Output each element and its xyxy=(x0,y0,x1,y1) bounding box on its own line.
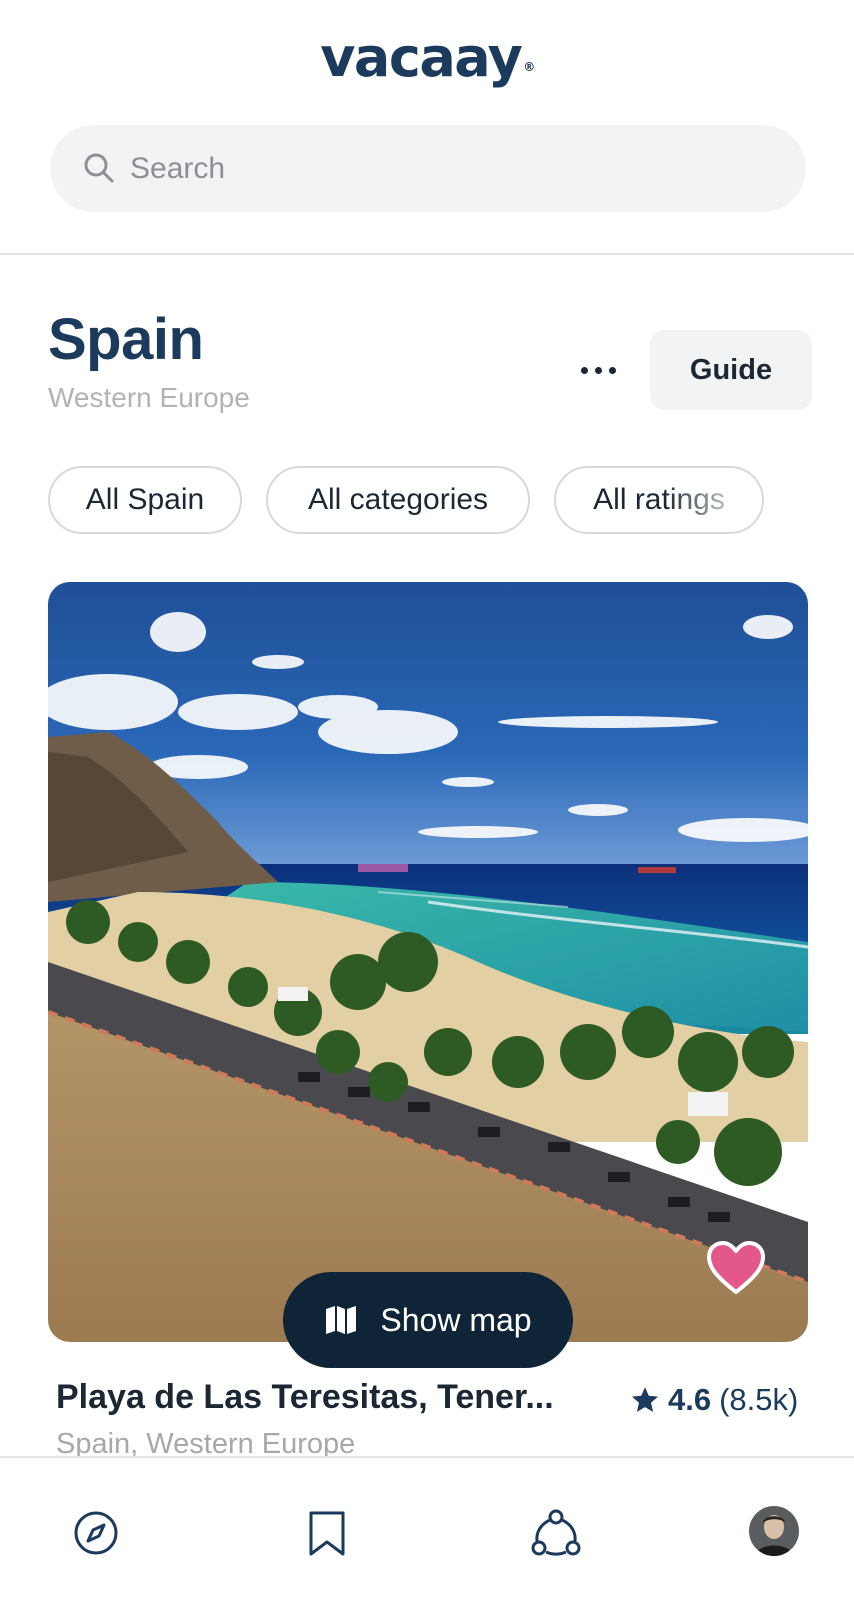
compass-icon[interactable] xyxy=(71,1508,121,1558)
show-map-label: Show map xyxy=(380,1301,532,1338)
place-name[interactable]: Playa de Las Teresitas, Tener... xyxy=(56,1378,566,1417)
profile-photo xyxy=(749,1506,799,1556)
search-input[interactable] xyxy=(130,125,770,212)
page-subtitle: Western Europe xyxy=(48,382,250,413)
community-icon[interactable] xyxy=(531,1508,581,1558)
search-icon xyxy=(84,153,114,183)
favorite-heart-icon[interactable] xyxy=(706,1240,766,1296)
search-bar[interactable] xyxy=(50,125,806,212)
beach-photo-illustration xyxy=(48,582,808,1342)
bookmark-icon[interactable] xyxy=(302,1508,352,1558)
show-map-button[interactable]: Show map xyxy=(283,1272,573,1368)
filter-chip-categories[interactable]: All categories xyxy=(266,466,530,534)
filter-chip-ratings[interactable]: All ratings xyxy=(554,466,764,534)
page-title: Spain xyxy=(48,307,204,372)
rating-value: 4.6 xyxy=(668,1382,712,1417)
more-options-button[interactable] xyxy=(570,350,626,390)
map-icon xyxy=(326,1306,357,1334)
place-location: Spain, Western Europe xyxy=(56,1428,356,1456)
star-icon xyxy=(632,1387,658,1412)
filter-chip-region[interactable]: All Spain xyxy=(48,466,242,534)
avatar[interactable] xyxy=(749,1506,799,1556)
more-horizontal-icon xyxy=(580,366,588,374)
place-rating: 4.6 (8.5k) xyxy=(630,1382,798,1418)
app-logo[interactable]: vacaay ® xyxy=(0,26,854,89)
place-photo[interactable] xyxy=(48,582,808,1342)
review-count: (8.5k) xyxy=(719,1382,799,1417)
top-header: vacaay ® xyxy=(0,0,854,255)
bottom-navigation xyxy=(0,1456,854,1624)
guide-button[interactable]: Guide xyxy=(650,330,812,410)
